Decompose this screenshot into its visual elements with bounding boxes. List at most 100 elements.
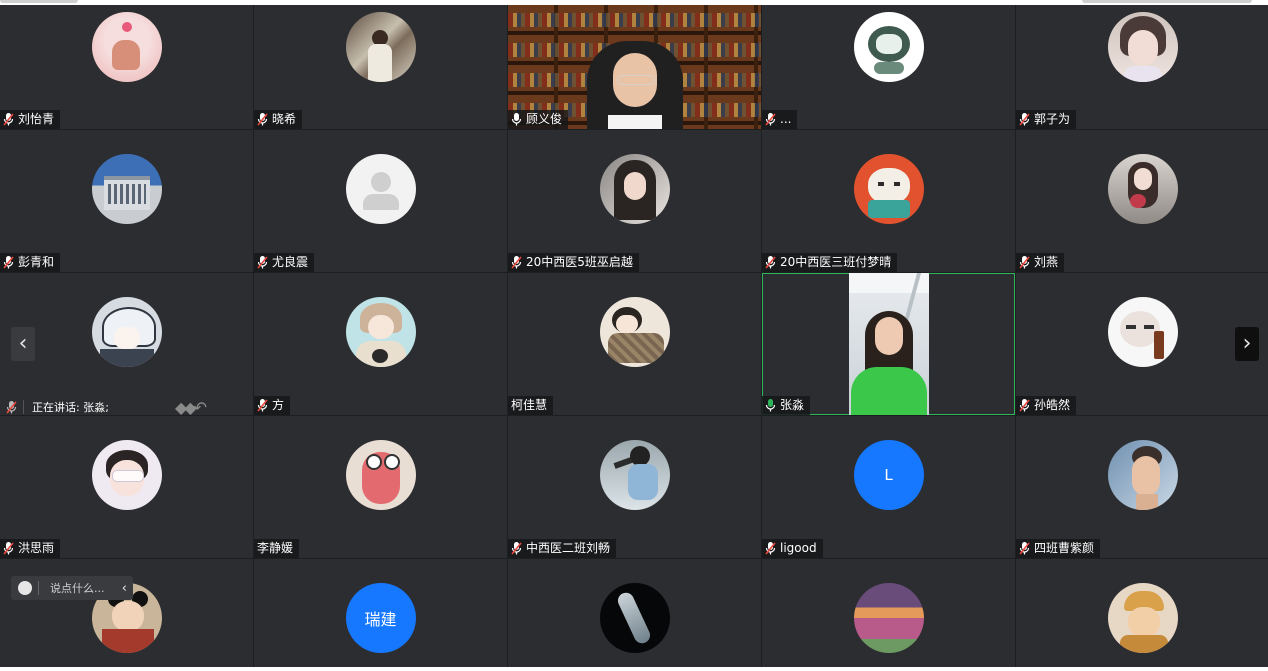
avatar: [91, 440, 162, 510]
participant-tile[interactable]: 尤良震: [254, 130, 507, 272]
participant-name: 顾义俊: [526, 112, 563, 126]
participant-name: 彭青和: [18, 255, 55, 269]
participant-tile[interactable]: [0, 273, 253, 415]
chat-input[interactable]: 说点什么... ‹: [11, 576, 133, 600]
name-tag: 柯佳慧: [508, 396, 554, 415]
mic-icon: [511, 113, 522, 126]
avatar: [1107, 440, 1178, 510]
participant-tile[interactable]: 刘怡青: [0, 5, 253, 129]
mic-muted-icon: [1019, 399, 1030, 412]
speaking-indicator: 正在讲话: 张淼; ◆◆↶: [0, 395, 250, 419]
participant-tile[interactable]: L ligood: [762, 416, 1015, 558]
participant-tile[interactable]: 顾义俊: [508, 5, 761, 129]
participant-tile[interactable]: 瑞建: [254, 559, 507, 667]
name-tag: 李静媛: [254, 539, 300, 558]
prev-page-button[interactable]: ‹: [11, 327, 35, 361]
mic-muted-icon: [1019, 542, 1030, 555]
participant-tile[interactable]: 孙皓然: [1016, 273, 1268, 415]
mic-muted-icon: [257, 256, 268, 269]
participant-name: 中西医二班刘畅: [526, 541, 611, 555]
avatar: [91, 154, 162, 224]
participant-tile[interactable]: 李静媛: [254, 416, 507, 558]
participant-name: 柯佳慧: [511, 398, 548, 412]
name-tag: 20中西医三班付梦晴: [762, 253, 898, 272]
participant-tile[interactable]: 20中西医5班巫启越: [508, 130, 761, 272]
mic-muted-icon: [765, 256, 776, 269]
participant-name: 刘怡青: [18, 112, 55, 126]
chat-placeholder: 说点什么...: [50, 582, 105, 595]
avatar: [345, 440, 416, 510]
mic-muted-icon: [257, 113, 268, 126]
mic-muted-icon: [765, 113, 776, 126]
top-right-control[interactable]: [1082, 0, 1252, 3]
participant-name: ...: [780, 112, 792, 126]
participant-name: 晓希: [272, 112, 297, 126]
participant-tile[interactable]: 柯佳慧: [508, 273, 761, 415]
name-tag: 彭青和: [0, 253, 61, 272]
participant-tile[interactable]: ...: [762, 5, 1015, 129]
avatar: [1107, 297, 1178, 367]
avatar: [91, 12, 162, 82]
emoji-icon[interactable]: [18, 581, 32, 595]
name-tag: 顾义俊: [508, 110, 569, 129]
avatar: [853, 583, 924, 653]
mic-muted-icon: [511, 542, 522, 555]
mic-muted-icon: [511, 256, 522, 269]
collapse-arrows-icon[interactable]: ◆◆↶: [175, 398, 207, 417]
avatar: [599, 297, 670, 367]
mic-muted-icon: [3, 113, 14, 126]
chevron-right-icon: ›: [1242, 331, 1252, 356]
participant-name: 四班曹紫颜: [1034, 541, 1095, 555]
participant-name: 孙皓然: [1034, 398, 1071, 412]
participant-tile[interactable]: 方: [254, 273, 507, 415]
participant-tile[interactable]: 郭子为: [1016, 5, 1268, 129]
name-tag: 张淼: [762, 396, 811, 415]
participant-name: 李静媛: [257, 541, 294, 555]
name-tag: 四班曹紫颜: [1016, 539, 1101, 558]
name-tag: 中西医二班刘畅: [508, 539, 617, 558]
participant-tile[interactable]: 四班曹紫颜: [1016, 416, 1268, 558]
mic-muted-icon: [1019, 113, 1030, 126]
participant-tile[interactable]: 中西医二班刘畅: [508, 416, 761, 558]
participant-tile[interactable]: 20中西医三班付梦晴: [762, 130, 1015, 272]
participant-name: 方: [272, 398, 285, 412]
video-feed: [849, 273, 929, 415]
video-grid: 刘怡青 晓希 顾义俊 ... 郭子为 彭青和 尤良震 20中西医5班巫启越 20…: [0, 5, 1268, 667]
name-tag: 孙皓然: [1016, 396, 1077, 415]
participant-tile[interactable]: [762, 559, 1015, 667]
avatar: [1107, 12, 1178, 82]
mic-active-icon: [765, 399, 776, 412]
participant-name: 洪思雨: [18, 541, 55, 555]
participant-name: 张淼: [780, 398, 805, 412]
participant-tile[interactable]: [1016, 559, 1268, 667]
name-tag: 20中西医5班巫启越: [508, 253, 639, 272]
speaking-status-text: 正在讲话: 张淼;: [32, 401, 109, 414]
participant-tile[interactable]: 晓希: [254, 5, 507, 129]
mic-muted-icon: [257, 399, 268, 412]
participant-name: ligood: [780, 541, 817, 555]
chevron-left-icon[interactable]: ‹: [122, 581, 127, 596]
participant-name: 20中西医5班巫启越: [526, 255, 633, 269]
avatar: [599, 440, 670, 510]
mic-muted-icon: [3, 542, 14, 555]
mic-muted-icon: [3, 256, 14, 269]
avatar: [1107, 154, 1178, 224]
name-tag: 刘燕: [1016, 253, 1065, 272]
divider: [38, 581, 39, 595]
avatar: [345, 12, 416, 82]
participant-name: 刘燕: [1034, 255, 1059, 269]
avatar: [853, 12, 924, 82]
participant-tile[interactable]: 彭青和: [0, 130, 253, 272]
name-tag: ligood: [762, 539, 823, 558]
participant-tile[interactable]: [508, 559, 761, 667]
participant-tile[interactable]: 刘燕: [1016, 130, 1268, 272]
avatar: [91, 297, 162, 367]
letter-avatar: 瑞建: [345, 583, 416, 653]
divider: [23, 400, 24, 414]
participant-tile-speaking[interactable]: 张淼: [762, 273, 1015, 415]
avatar: [599, 583, 670, 653]
participant-tile[interactable]: 洪思雨: [0, 416, 253, 558]
mic-muted-icon: [6, 400, 17, 414]
next-page-button[interactable]: ›: [1235, 327, 1259, 361]
top-left-control[interactable]: [0, 0, 78, 3]
